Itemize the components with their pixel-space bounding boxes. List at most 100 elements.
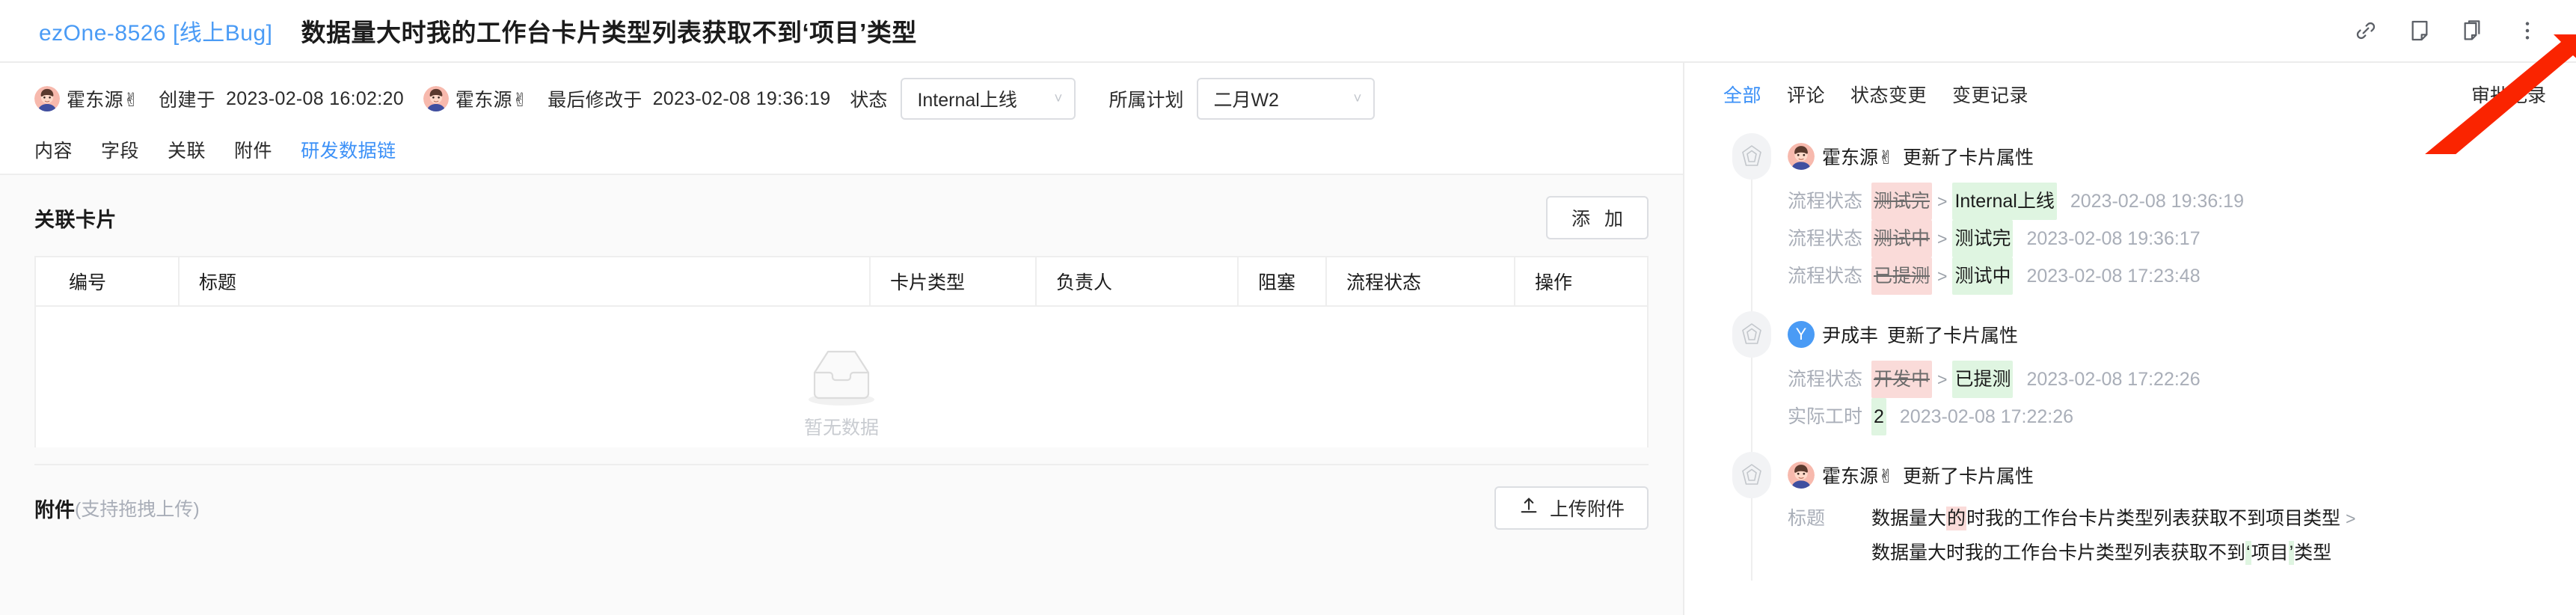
- change-row: 流程状态 测试中 > 测试完 2023-02-08 19:36:17: [1788, 220, 2546, 257]
- change-timestamp: 2023-02-08 19:36:17: [2026, 228, 2201, 249]
- timeline-connector: [1751, 498, 1752, 581]
- note-icon[interactable]: [2405, 16, 2434, 45]
- entry-badge-column: [1723, 133, 1780, 319]
- change-field-label: 流程状态: [1788, 266, 1863, 287]
- change-arrow-icon: >: [1937, 229, 1948, 248]
- plan-label: 所属计划: [1108, 90, 1184, 111]
- attachment-subtitle: (支持拖拽上传): [75, 499, 200, 520]
- related-cards-header: 关联卡片 添 加: [34, 175, 1649, 256]
- plan-select[interactable]: 二月W2 ˅: [1197, 78, 1376, 120]
- related-cards-table: 编号 标题 卡片类型 负责人 阻塞 流程状态 操作 暂无数据: [34, 256, 1649, 447]
- tab-fields[interactable]: 字段: [101, 136, 139, 163]
- title-change-row: 标题 数据量大的时我的工作台卡片类型列表获取不到项目类型 > 数据量大时我的工作台…: [1788, 501, 2546, 570]
- upload-icon: [1518, 495, 1539, 521]
- page-title: 数据量大时我的工作台卡片类型列表获取不到‘项目’类型: [301, 19, 917, 46]
- attribute-change-icon: [1732, 311, 1771, 358]
- entry-body: 霍东源✌ 更新了卡片属性 流程状态 测试完 > Internal上线 2023-…: [1780, 133, 2546, 305]
- add-button[interactable]: 添 加: [1546, 196, 1649, 239]
- change-field-label: 流程状态: [1788, 369, 1863, 390]
- card-meta-row: 霍东源✌ 创建于 2023-02-08 16:02:20 霍东源✌ 最后修改于 …: [0, 63, 1683, 132]
- change-row: 流程状态 测试完 > Internal上线 2023-02-08 19:36:1…: [1788, 183, 2546, 220]
- status-select[interactable]: Internal上线 ˅: [901, 78, 1076, 120]
- main-content: 霍东源✌ 创建于 2023-02-08 16:02:20 霍东源✌ 最后修改于 …: [0, 63, 1683, 615]
- change-new-value: 测试中: [1952, 257, 2014, 295]
- avatar: [1788, 143, 1815, 170]
- timeline-connector: [1751, 358, 1752, 459]
- column-header-owner[interactable]: 负责人: [1035, 257, 1237, 305]
- title-new-value: 数据量大时我的工作台卡片类型列表获取不到‘项目’类型: [1871, 541, 2332, 565]
- rd-data-chain-panel: 关联卡片 添 加 编号 标题 卡片类型 负责人 阻塞 流程状态 操作 暂无数据 …: [0, 174, 1683, 615]
- change-old-value: 已提测: [1871, 257, 1933, 295]
- title-deleted-text: 的: [1946, 507, 1967, 530]
- change-timestamp: 2023-02-08 17:23:48: [2026, 266, 2201, 287]
- change-field-label: 标题: [1788, 508, 1826, 529]
- entry-change-list: 流程状态 测试完 > Internal上线 2023-02-08 19:36:1…: [1788, 180, 2546, 305]
- upload-attachment-label: 上传附件: [1549, 499, 1625, 520]
- change-timestamp: 2023-02-08 17:22:26: [1899, 406, 2074, 427]
- column-header-type[interactable]: 卡片类型: [869, 257, 1035, 305]
- card-detail-page: ezOne-8526 [线上Bug] 数据量大时我的工作台卡片类型列表获取不到‘…: [0, 0, 2576, 615]
- entry-body: Y 尹成丰 更新了卡片属性 流程状态 开发中 > 已提测 2023-02-08 …: [1780, 311, 2546, 446]
- column-header-actions[interactable]: 操作: [1514, 257, 1647, 305]
- modifier-avatar: [423, 86, 449, 111]
- column-header-flow-status[interactable]: 流程状态: [1325, 257, 1514, 305]
- tab-approval-record[interactable]: 审批记录: [2471, 81, 2546, 108]
- entry-action-text: 更新了卡片属性: [1902, 466, 2034, 487]
- change-arrow-icon: >: [1937, 266, 1948, 286]
- change-new-value: 2: [1871, 398, 1886, 435]
- plan-select-value: 二月W2: [1213, 90, 1279, 111]
- entry-user-name[interactable]: 霍东源✌: [1822, 462, 1894, 489]
- status-select-value: Internal上线: [917, 90, 1017, 111]
- change-old-value: 开发中: [1871, 361, 1933, 398]
- change-timestamp: 2023-02-08 19:36:19: [2070, 191, 2244, 212]
- copy-icon[interactable]: [2459, 16, 2488, 45]
- card-code-link[interactable]: ezOne-8526 [线上Bug]: [39, 14, 273, 47]
- tab-attachments[interactable]: 附件: [234, 136, 272, 163]
- entry-change-list: 标题 数据量大的时我的工作台卡片类型列表获取不到项目类型 > 数据量大时我的工作台…: [1788, 498, 2546, 581]
- tab-comments[interactable]: 评论: [1787, 81, 1825, 108]
- change-row: 流程状态 已提测 > 测试中 2023-02-08 17:23:48: [1788, 257, 2546, 295]
- link-icon[interactable]: [2352, 16, 2380, 45]
- upload-attachment-button[interactable]: 上传附件: [1494, 486, 1649, 530]
- creator-avatar: [34, 86, 60, 111]
- change-field-label: 实际工时: [1788, 406, 1863, 427]
- entry-user-name[interactable]: 尹成丰: [1822, 321, 1878, 348]
- avatar: [1788, 462, 1815, 489]
- change-old-value: 测试完: [1871, 183, 1933, 220]
- related-cards-title: 关联卡片: [34, 208, 117, 231]
- column-header-blocked[interactable]: 阻塞: [1237, 257, 1325, 305]
- entry-user-name[interactable]: 霍东源✌: [1822, 143, 1894, 170]
- attribute-change-icon: [1732, 452, 1771, 498]
- tab-change-log[interactable]: 变更记录: [1952, 81, 2028, 108]
- change-arrow-icon: >: [1937, 192, 1948, 211]
- column-header-id[interactable]: 编号: [36, 257, 178, 305]
- avatar: Y: [1788, 321, 1815, 348]
- tab-all[interactable]: 全部: [1723, 81, 1761, 108]
- empty-inbox-icon: [798, 340, 885, 409]
- entry-header: 霍东源✌ 更新了卡片属性: [1788, 452, 2546, 498]
- attachment-section-header: 附件 (支持拖拽上传) 上传附件: [34, 464, 1649, 530]
- content-tabs: 内容 字段 关联 附件 研发数据链: [0, 132, 1683, 174]
- entry-action-text: 更新了卡片属性: [1887, 325, 2019, 346]
- chevron-down-icon: ˅: [1054, 91, 1063, 107]
- change-row: 流程状态 开发中 > 已提测 2023-02-08 17:22:26: [1788, 361, 2546, 398]
- tab-content[interactable]: 内容: [34, 136, 73, 163]
- entry-badge-column: [1723, 311, 1780, 459]
- entry-action-text: 更新了卡片属性: [1902, 147, 2034, 168]
- tab-rd-data-chain[interactable]: 研发数据链: [301, 136, 396, 163]
- activity-entry: 霍东源✌ 更新了卡片属性 标题 数据量大的时我的工作台卡片类型列表获取不到项目类…: [1723, 452, 2546, 587]
- change-timestamp: 2023-02-08 17:22:26: [2026, 369, 2201, 390]
- modified-label: 最后修改于: [548, 90, 643, 111]
- activity-entry: Y 尹成丰 更新了卡片属性 流程状态 开发中 > 已提测 2023-02-08 …: [1723, 311, 2546, 459]
- tab-relations[interactable]: 关联: [168, 136, 206, 163]
- tab-status-changes[interactable]: 状态变更: [1850, 81, 1927, 108]
- more-vertical-icon[interactable]: [2513, 16, 2542, 45]
- activity-feed: 霍东源✌ 更新了卡片属性 流程状态 测试完 > Internal上线 2023-…: [1684, 123, 2576, 615]
- column-header-title[interactable]: 标题: [178, 257, 869, 305]
- entry-body: 霍东源✌ 更新了卡片属性 标题 数据量大的时我的工作台卡片类型列表获取不到项目类…: [1780, 452, 2546, 581]
- activity-panel: 全部 评论 状态变更 变更记录 审批记录 霍东源✌ 更新了卡片属性 流程状态 测…: [1683, 63, 2576, 615]
- title-diff: 数据量大的时我的工作台卡片类型列表获取不到项目类型 > 数据量大时我的工作台卡片类…: [1871, 501, 2361, 570]
- change-old-value: 测试中: [1871, 220, 1933, 257]
- created-label: 创建于: [159, 90, 216, 111]
- change-arrow-icon: >: [1937, 370, 1948, 389]
